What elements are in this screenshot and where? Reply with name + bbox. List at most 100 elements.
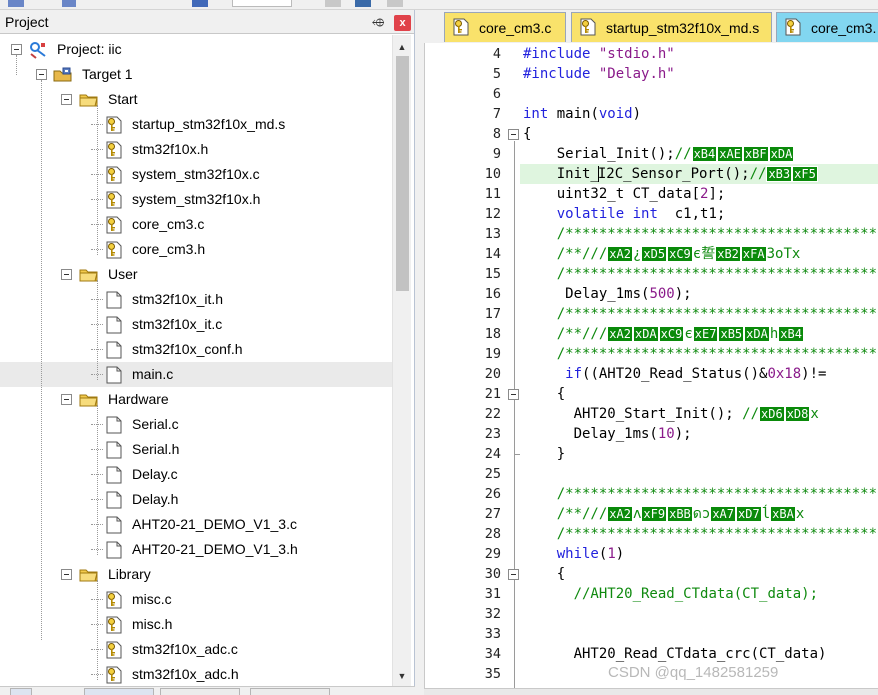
tab-project[interactable] <box>84 688 154 695</box>
collapse-icon[interactable] <box>11 44 22 55</box>
toolbar-button-icon[interactable] <box>192 0 208 7</box>
code-line[interactable]: uint32_t CT_data[2]; <box>520 184 878 204</box>
toolbar-button-icon[interactable] <box>387 0 403 7</box>
fold-icon[interactable] <box>508 389 519 400</box>
collapse-icon[interactable] <box>61 569 72 580</box>
vertical-scrollbar[interactable]: ▲ ▼ <box>392 35 411 695</box>
toolbar-button-icon[interactable] <box>8 0 24 7</box>
code-line[interactable] <box>520 624 878 644</box>
tab-startup-stm32f10x-md-s[interactable]: startup_stm32f10x_md.s <box>571 12 772 42</box>
code-line[interactable]: #include "stdio.h" <box>520 44 878 64</box>
code-line[interactable]: AHT20_Start_Init(); //xD6 xD8 x <box>520 404 878 424</box>
tab-books[interactable] <box>10 688 32 695</box>
scroll-down-icon[interactable]: ▼ <box>393 667 411 685</box>
tree-file-item[interactable]: stm32f10x_adc.c <box>0 637 392 662</box>
tree-item-label: core_cm3.h <box>132 241 206 257</box>
code-line[interactable]: while(1) <box>520 544 878 564</box>
project-tree: Project: iic Target 1 Start startup_stm32f1… <box>0 35 392 685</box>
code-line[interactable]: AHT20_Read_CTdata_crc(CT_data) <box>520 644 878 664</box>
tree-file-item[interactable]: misc.h <box>0 612 392 637</box>
line-number: 28 <box>484 526 501 542</box>
tree-file-item[interactable]: stm32f10x_adc.h <box>0 662 392 685</box>
tree-file-item[interactable]: Serial.h <box>0 437 392 462</box>
code-line[interactable]: Init_I2C_Sensor_Port();//xB3 xF5 <box>520 164 878 184</box>
toolbar-button-icon[interactable] <box>62 0 76 7</box>
tree-file-item[interactable]: stm32f10x.h <box>0 137 392 162</box>
tree-group-item[interactable]: Library <box>0 562 392 587</box>
file-key-icon <box>453 18 469 39</box>
code-line[interactable]: if((AHT20_Read_Status()&0x18)!= <box>520 364 878 384</box>
code-line[interactable]: /**///xA2 xDA xC9 є xE7 xB5 xDA h xB4 <box>520 324 878 344</box>
tree-file-item[interactable]: Delay.h <box>0 487 392 512</box>
tree-group-item[interactable]: User <box>0 262 392 287</box>
tab-core-cm3-c[interactable]: core_cm3.c <box>444 12 566 42</box>
code-line[interactable]: /************************************* <box>520 224 878 244</box>
folder-icon <box>79 267 99 286</box>
scroll-up-icon[interactable]: ▲ <box>393 38 411 56</box>
tree-file-item[interactable]: AHT20-21_DEMO_V1_3.h <box>0 537 392 562</box>
target-select[interactable] <box>232 0 292 7</box>
tree-file-item[interactable]: system_stm32f10x.c <box>0 162 392 187</box>
tree-file-item[interactable]: main.c <box>0 362 392 387</box>
collapse-icon[interactable] <box>61 94 72 105</box>
line-number: 24 <box>484 446 501 462</box>
fold-guide <box>514 401 515 455</box>
code-line[interactable]: } <box>520 444 878 464</box>
tree-group-item[interactable]: Hardware <box>0 387 392 412</box>
code-line[interactable]: /**///xA2 ¿ xD5 xC9 є誓 xB2 xFA 3oTx <box>520 244 878 264</box>
tab-core-cm3-h[interactable]: core_cm3. <box>776 12 878 42</box>
tab-templates[interactable] <box>250 688 330 695</box>
tree-target-item[interactable]: Target 1 <box>0 62 392 87</box>
collapse-icon[interactable] <box>36 69 47 80</box>
code-line[interactable]: Delay_1ms(500); <box>520 284 878 304</box>
code-line[interactable]: /************************************* <box>520 304 878 324</box>
collapse-icon[interactable] <box>61 269 72 280</box>
project-icon <box>28 41 48 62</box>
tree-guide-line <box>41 80 42 640</box>
tree-project-item[interactable]: Project: iic <box>0 37 392 62</box>
code-line[interactable]: { <box>520 384 878 404</box>
toolbar-button-icon[interactable] <box>355 0 371 7</box>
code-line[interactable]: { <box>520 564 878 584</box>
tree-file-item[interactable]: core_cm3.c <box>0 212 392 237</box>
fold-icon[interactable] <box>508 129 519 140</box>
toolbar-button-icon[interactable] <box>325 0 341 7</box>
folder-icon <box>79 92 99 111</box>
fold-icon[interactable] <box>508 569 519 580</box>
tab-functions[interactable] <box>160 688 240 695</box>
tree-file-item[interactable]: stm32f10x_conf.h <box>0 337 392 362</box>
tree-file-item[interactable]: stm32f10x_it.c <box>0 312 392 337</box>
code-line[interactable]: volatile int c1,t1; <box>520 204 878 224</box>
tree-file-item[interactable]: Delay.c <box>0 462 392 487</box>
tree-file-item[interactable]: startup_stm32f10x_md.s <box>0 112 392 137</box>
tree-file-item[interactable]: core_cm3.h <box>0 237 392 262</box>
file-key-icon <box>106 591 122 612</box>
code-line[interactable]: /************************************* <box>520 264 878 284</box>
tree-file-item[interactable]: misc.c <box>0 587 392 612</box>
pin-icon[interactable]: ⬲ <box>370 15 386 31</box>
code-line[interactable]: Serial_Init();//xB4 xAE xBF xDA <box>520 144 878 164</box>
code-line[interactable]: /************************************* <box>520 484 878 504</box>
file-key-icon <box>580 18 596 39</box>
scroll-thumb[interactable] <box>396 56 409 291</box>
code-line[interactable]: { <box>520 124 878 144</box>
tree-file-item[interactable]: system_stm32f10x.h <box>0 187 392 212</box>
code-line[interactable]: Delay_1ms(10); <box>520 424 878 444</box>
code-line[interactable] <box>520 84 878 104</box>
code-line[interactable] <box>520 604 878 624</box>
tree-file-item[interactable]: AHT20-21_DEMO_V1_3.c <box>0 512 392 537</box>
tree-group-item[interactable]: Start <box>0 87 392 112</box>
collapse-icon[interactable] <box>61 394 72 405</box>
line-number: 6 <box>492 86 501 102</box>
close-icon[interactable]: x <box>394 15 411 31</box>
tree-file-item[interactable]: Serial.c <box>0 412 392 437</box>
code-line[interactable]: /************************************* <box>520 524 878 544</box>
code-line[interactable]: /**///xA2 ʌ xF9 xBB ดɔ xA7 xD7 ĺ xBA x <box>520 504 878 524</box>
code-line[interactable]: #include "Delay.h" <box>520 64 878 84</box>
code-line[interactable]: /************************************* <box>520 344 878 364</box>
code-line[interactable]: //AHT20_Read_CTdata(CT_data); <box>520 584 878 604</box>
code-line[interactable] <box>520 464 878 484</box>
code-editor[interactable]: #include "stdio.h" #include "Delay.h" int … <box>520 43 878 688</box>
code-line[interactable]: int main(void) <box>520 104 878 124</box>
tree-file-item[interactable]: stm32f10x_it.h <box>0 287 392 312</box>
